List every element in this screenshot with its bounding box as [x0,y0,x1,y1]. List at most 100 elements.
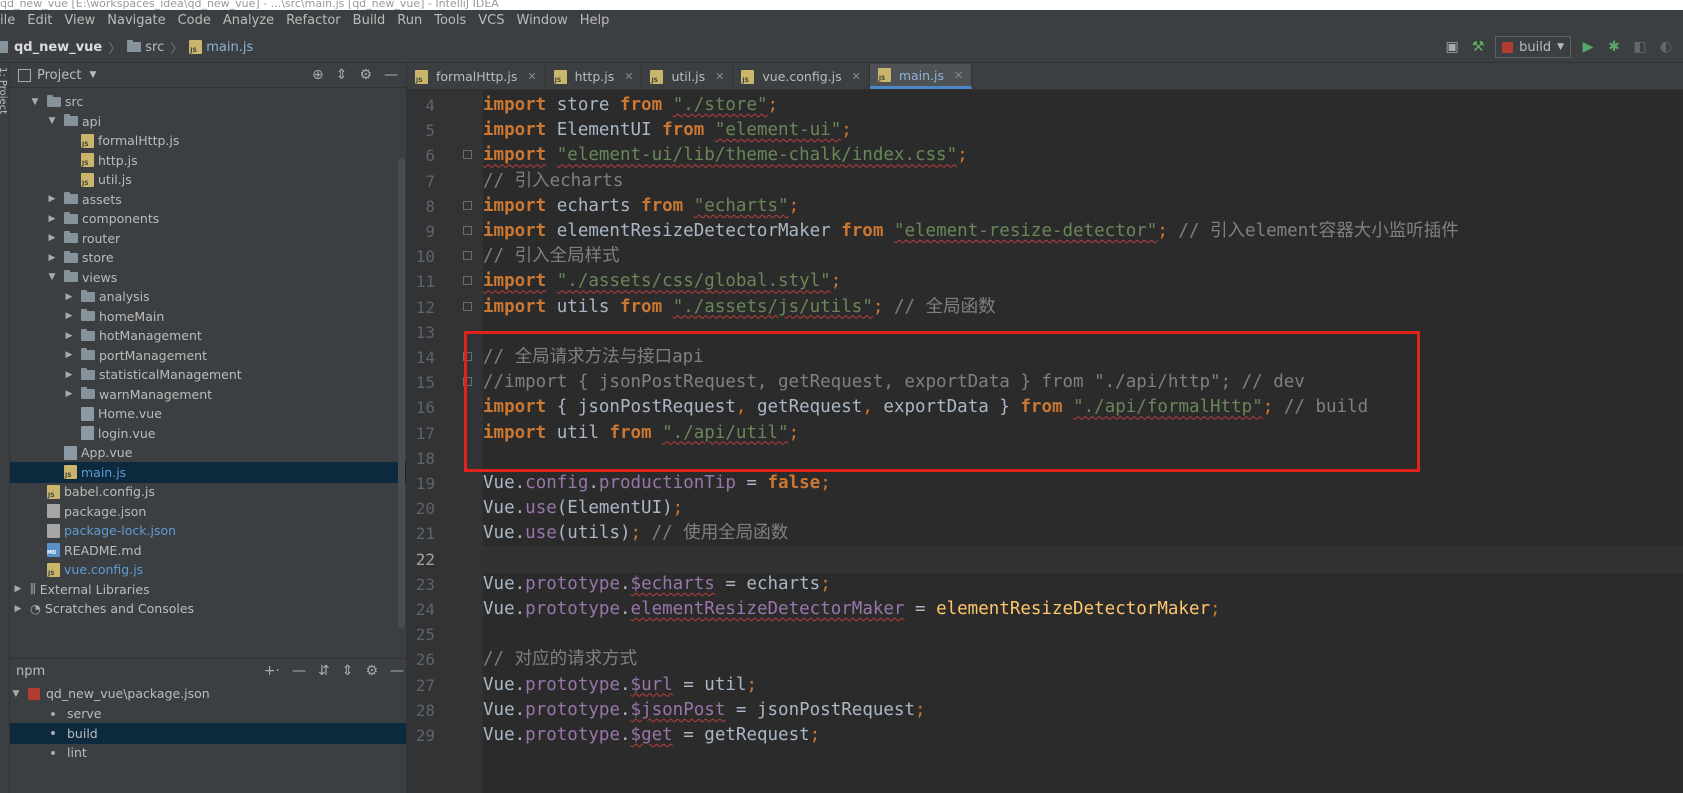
fold-marker-icon[interactable] [463,150,472,160]
chevron-right-icon[interactable]: ▶ [46,194,58,204]
close-icon[interactable]: ✕ [954,69,963,82]
npm-script-item[interactable]: serve [10,703,406,724]
breadcrumb-folder[interactable]: src [127,40,164,55]
close-icon[interactable]: ✕ [852,70,861,83]
chevron-down-icon[interactable]: ▼ [89,70,96,80]
chevron-down-icon[interactable]: ▼ [29,97,41,107]
coverage-icon[interactable]: ◧ [1631,38,1649,56]
fold-marker-icon[interactable] [463,251,472,261]
tree-item[interactable]: main.js [10,461,406,483]
menu-item[interactable]: Tools [428,10,472,32]
reload-icon[interactable]: ⇵ [318,663,330,679]
chevron-right-icon[interactable]: ▶ [12,604,24,614]
editor-tab[interactable]: http.js ✕ [546,64,643,89]
gear-icon[interactable]: ⚙ [365,663,378,679]
fold-marker-icon[interactable] [463,377,472,387]
tree-item[interactable]: ▶ store [10,247,406,268]
menu-item[interactable]: ile [0,10,21,32]
tree-item[interactable]: ▶ analysis [10,286,406,307]
tree-item[interactable]: formalHttp.js [10,130,406,151]
fold-marker-icon[interactable] [463,276,472,286]
layout-icon[interactable]: ▣ [1443,38,1461,56]
editor-tab[interactable]: formalHttp.js ✕ [407,64,546,89]
hide-panel-icon[interactable]: — [384,67,398,83]
tree-item[interactable]: util.js [10,169,406,190]
editor-tab[interactable]: main.js ✕ [869,64,973,89]
breadcrumb-project[interactable]: qd_new_vue [14,40,102,55]
run-icon[interactable]: ▶ [1579,38,1597,56]
tree-item[interactable]: babel.config.js [10,481,406,502]
tree-item[interactable]: ▶ ⫼ External Libraries [10,579,406,600]
tree-item[interactable]: ▶ router [10,228,406,249]
fold-marker-icon[interactable] [463,301,472,311]
tree-item[interactable]: ▶ components [10,208,406,229]
tree-item[interactable]: App.vue [10,442,406,463]
tree-item[interactable]: package.json [10,501,406,522]
tree-item[interactable]: ▶ statisticalManagement [10,364,406,385]
tree-item[interactable]: login.vue [10,423,406,444]
chevron-right-icon[interactable]: ▶ [63,370,75,380]
menu-item[interactable]: View [58,10,101,32]
menu-item[interactable]: Help [574,10,616,32]
menu-item[interactable]: Run [391,10,428,32]
tree-item[interactable]: ▼ src [10,91,406,112]
tree-item[interactable]: package-lock.json [10,520,406,541]
menu-item[interactable]: Build [347,10,392,32]
add-icon[interactable]: +· [264,663,280,679]
chevron-right-icon[interactable]: ▶ [12,584,24,594]
gear-icon[interactable]: ⚙ [359,67,372,83]
profile-icon[interactable]: ◐ [1657,38,1675,56]
chevron-down-icon[interactable]: ▼ [46,272,58,282]
fold-marker-icon[interactable] [463,352,472,361]
tree-item[interactable]: ▶ assets [10,189,406,210]
collapse-all-icon[interactable]: ⇕ [336,67,348,83]
editor-tab[interactable]: vue.config.js ✕ [733,64,870,89]
build-hammer-icon[interactable]: ⚒ [1469,38,1487,56]
menu-item[interactable]: Code [172,10,217,32]
fold-marker-icon[interactable] [463,226,472,235]
tree-item[interactable]: ▶ portManagement [10,345,406,366]
tree-item[interactable]: ▶ homeMain [10,306,406,327]
chevron-right-icon[interactable]: ▶ [63,389,75,399]
tree-item[interactable]: README.md [10,540,406,561]
npm-script-item[interactable]: lint [10,742,406,763]
tree-item[interactable]: vue.config.js [10,559,406,580]
run-configuration-select[interactable]: build ▼ [1495,36,1571,58]
remove-icon[interactable]: — [292,663,306,679]
tree-item[interactable]: ▼ views [10,267,406,288]
npm-script-item[interactable]: build [10,722,406,744]
menu-item[interactable]: Navigate [101,10,171,32]
project-tree-scrollbar[interactable] [398,158,405,628]
hide-panel-icon[interactable]: — [390,663,404,679]
menu-item[interactable]: Edit [21,10,58,32]
close-icon[interactable]: ✕ [624,70,633,83]
menu-item[interactable]: Analyze [217,10,280,32]
tree-item[interactable]: ▶ warnManagement [10,384,406,405]
npm-package-node[interactable]: ▼ qd_new_vue\package.json [10,683,406,704]
editor-tab[interactable]: util.js ✕ [642,64,734,89]
menu-item[interactable]: Window [511,10,574,32]
tree-item[interactable]: Home.vue [10,403,406,424]
locate-file-icon[interactable]: ⊕ [312,67,324,83]
tree-item[interactable]: ▶ ◔ Scratches and Consoles [10,598,406,619]
debug-icon[interactable]: ✱ [1605,38,1623,56]
chevron-right-icon[interactable]: ▶ [46,253,58,263]
project-tool-window-label[interactable]: 1: Project [0,67,8,114]
code-area[interactable]: import store from "./store"; import Eleme… [483,90,1683,793]
menu-item[interactable]: VCS [472,10,510,32]
collapse-icon[interactable]: ⇕ [342,663,354,679]
tree-item[interactable]: ▶ hotManagement [10,325,406,346]
tree-item[interactable]: ▼ api [10,111,406,132]
project-panel-title[interactable]: Project [37,68,81,83]
breadcrumb-file[interactable]: main.js [189,40,253,55]
chevron-down-icon[interactable]: ▼ [46,116,58,126]
chevron-right-icon[interactable]: ▶ [63,331,75,341]
chevron-right-icon[interactable]: ▶ [46,214,58,224]
chevron-right-icon[interactable]: ▶ [63,350,75,360]
menu-item[interactable]: Refactor [280,10,347,32]
fold-marker-icon[interactable] [463,200,472,210]
close-icon[interactable]: ✕ [527,70,536,83]
chevron-right-icon[interactable]: ▶ [46,233,58,243]
chevron-right-icon[interactable]: ▶ [63,292,75,302]
close-icon[interactable]: ✕ [715,70,724,83]
